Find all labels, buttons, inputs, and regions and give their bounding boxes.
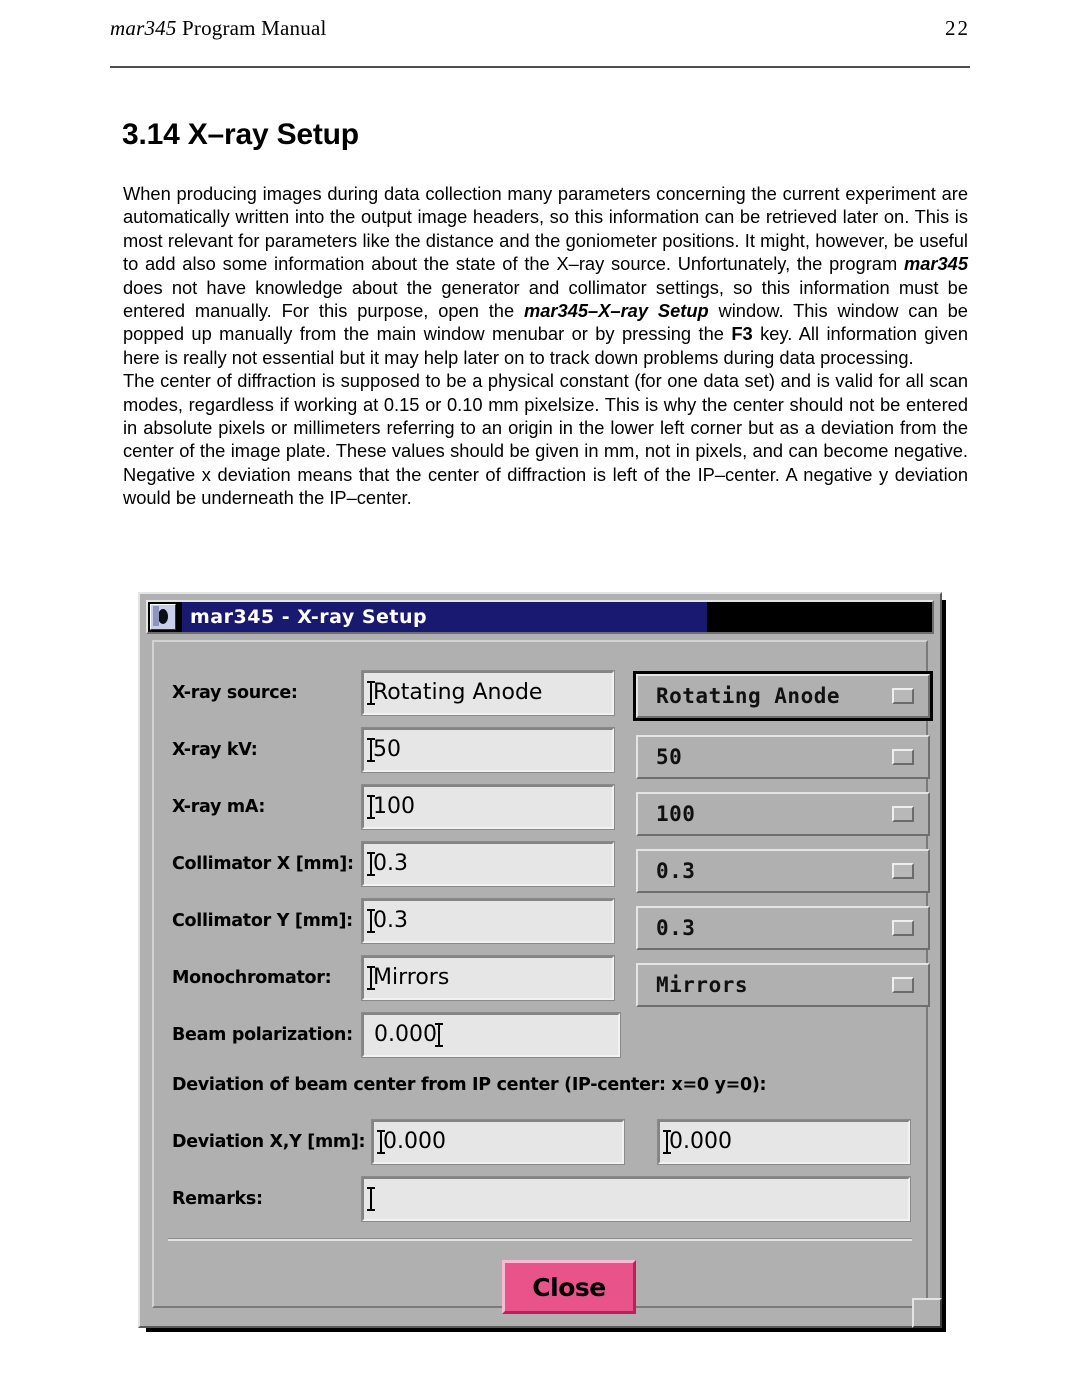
close-button[interactable]: Close — [502, 1260, 636, 1314]
deviation-y-input[interactable]: 0.000 — [657, 1119, 911, 1165]
input-value: 0.000 — [383, 1129, 446, 1154]
form-row: Collimator X [mm]: 0.3 0.3 — [154, 839, 930, 893]
text-caret — [367, 852, 375, 876]
remarks-row: Remarks: — [154, 1174, 926, 1224]
input-value: 0.000 — [374, 1022, 437, 1047]
dialog-client-area: X-ray source: Rotating Anode Rotating Anod… — [152, 640, 930, 1314]
field-label: X-ray kV: — [172, 740, 258, 760]
page-title: 3.14 X–ray Setup — [122, 118, 359, 151]
paragraph-1: When producing images during data collec… — [123, 183, 969, 368]
window-inner-frame: mar345 - X-ray Setup X-ray source: Rotati… — [144, 598, 936, 1322]
input-value: 100 — [373, 794, 415, 819]
field-label: X-ray source: — [172, 683, 298, 703]
text-input-1[interactable]: Rotating Anode — [361, 670, 615, 716]
option-menu-value: Rotating Anode — [656, 684, 841, 708]
deviation-group-label: Deviation of beam center from IP center … — [172, 1075, 767, 1095]
option-menu-value: 100 — [656, 802, 696, 826]
window-title: mar345 - X-ray Setup — [182, 602, 708, 632]
field-label: Beam polarization: — [172, 1025, 353, 1045]
text-input-6[interactable]: Mirrors — [361, 955, 615, 1001]
option-menu-3[interactable]: 100 — [636, 792, 930, 836]
option-menu-value: 50 — [656, 745, 683, 769]
text-caret — [367, 1187, 375, 1211]
manual-title-program: mar345 — [110, 16, 177, 40]
xray-setup-window: mar345 - X-ray Setup X-ray source: Rotati… — [138, 592, 942, 1328]
option-menu-value: 0.3 — [656, 916, 696, 940]
form-row: Beam polarization: 0.000 — [154, 1010, 926, 1060]
option-menu-2[interactable]: 50 — [636, 735, 930, 779]
page-header: mar345 Program Manual 22 — [110, 16, 970, 62]
option-menu-1[interactable]: Rotating Anode — [636, 674, 930, 718]
form-row: Monochromator: Mirrors Mirrors — [154, 953, 930, 1007]
remarks-input[interactable] — [361, 1176, 911, 1222]
mar345-app-icon — [150, 604, 176, 630]
input-value: Mirrors — [373, 965, 450, 990]
text-input-3[interactable]: 100 — [361, 784, 615, 830]
text-caret — [367, 681, 375, 705]
dropdown-indicator-icon — [892, 977, 914, 993]
text-caret — [367, 966, 375, 990]
input-value: Rotating Anode — [373, 680, 543, 705]
option-menu-5[interactable]: 0.3 — [636, 906, 930, 950]
text-input-5[interactable]: 0.3 — [361, 898, 615, 944]
page-number: 22 — [945, 16, 970, 40]
text-input-4[interactable]: 0.3 — [361, 841, 615, 887]
manual-title: mar345 Program Manual — [110, 16, 327, 41]
dropdown-indicator-icon — [892, 863, 914, 879]
input-value: 50 — [373, 737, 401, 762]
input-value: 0.3 — [373, 851, 408, 876]
text-caret — [663, 1130, 671, 1154]
dropdown-indicator-icon — [892, 688, 914, 704]
dropdown-indicator-icon — [892, 920, 914, 936]
form-row: X-ray source: Rotating Anode Rotating Anod… — [154, 668, 930, 718]
body-text: When producing images during data collec… — [123, 182, 968, 510]
dropdown-indicator-icon — [892, 806, 914, 822]
option-menu-value: Mirrors — [656, 973, 749, 997]
text-input-7[interactable]: 0.000 — [361, 1012, 621, 1058]
field-label: X-ray mA: — [172, 797, 266, 817]
header-rule — [110, 66, 970, 68]
text-input-2[interactable]: 50 — [361, 727, 615, 773]
form-row: X-ray mA: 100 100 — [154, 782, 930, 836]
text-caret — [367, 795, 375, 819]
form-row: X-ray kV: 50 50 — [154, 725, 930, 779]
text-caret — [367, 738, 375, 762]
field-label: Monochromator: — [172, 968, 332, 988]
deviation-x-input[interactable]: 0.000 — [371, 1119, 625, 1165]
field-label: Deviation X,Y [mm]: — [172, 1132, 366, 1152]
input-value: 0.000 — [669, 1129, 732, 1154]
field-label: Collimator Y [mm]: — [172, 911, 353, 931]
option-menu-value: 0.3 — [656, 859, 696, 883]
text-caret — [367, 909, 375, 933]
option-menu-6[interactable]: Mirrors — [636, 963, 930, 1007]
window-titlebar: mar345 - X-ray Setup — [146, 600, 934, 634]
horizontal-separator — [168, 1238, 912, 1241]
field-label: Collimator X [mm]: — [172, 854, 354, 874]
window-resize-grip[interactable] — [912, 1298, 942, 1328]
deviation-row: Deviation X,Y [mm]: 0.000 0.000 — [154, 1117, 926, 1167]
text-caret — [377, 1130, 385, 1154]
dropdown-indicator-icon — [892, 749, 914, 765]
form-row: Collimator Y [mm]: 0.3 0.3 — [154, 896, 930, 950]
manual-title-rest: Program Manual — [176, 16, 327, 40]
text-caret — [434, 1023, 443, 1047]
field-label: Remarks: — [172, 1189, 263, 1209]
input-value: 0.3 — [373, 908, 408, 933]
paragraph-2: The center of diffraction is supposed to… — [123, 370, 968, 509]
option-menu-4[interactable]: 0.3 — [636, 849, 930, 893]
